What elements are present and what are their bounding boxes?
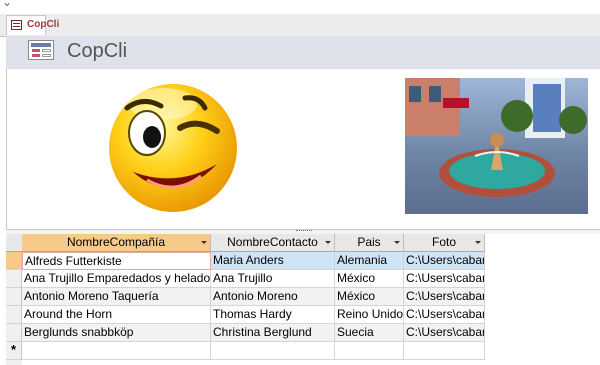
form-tab-icon: [11, 20, 22, 30]
form-title: CopCli: [67, 40, 128, 62]
cell-nombrecontacto[interactable]: Ana Trujillo: [211, 270, 335, 288]
column-header-label: NombreContacto: [227, 235, 318, 249]
record-selector[interactable]: [6, 270, 22, 288]
cell-foto[interactable]: C:\Users\cabar: [404, 270, 485, 288]
cell-foto[interactable]: C:\Users\cabar: [404, 252, 485, 270]
cell-nombrecontacto[interactable]: Christina Berglund: [211, 324, 335, 342]
cell-foto[interactable]: C:\Users\cabar: [404, 324, 485, 342]
column-header-label: NombreCompañía: [66, 235, 166, 249]
record-selector[interactable]: [6, 288, 22, 306]
cell-pais[interactable]: Suecia: [335, 324, 404, 342]
fountain-photo[interactable]: [405, 78, 588, 214]
new-record-selector[interactable]: *: [6, 342, 22, 360]
cell-nombrecompania[interactable]: Antonio Moreno Taquería: [22, 288, 211, 306]
record-selector[interactable]: [6, 324, 22, 342]
column-header-label: Foto: [431, 235, 456, 249]
cell-pais[interactable]: México: [335, 288, 404, 306]
cell-foto[interactable]: C:\Users\cabar: [404, 306, 485, 324]
chevron-down-icon[interactable]: [394, 241, 400, 244]
back-arrow-icon[interactable]: ⌄: [2, 0, 12, 9]
form-icon: [28, 40, 54, 60]
cell-pais[interactable]: México: [335, 270, 404, 288]
chevron-down-icon[interactable]: [475, 241, 481, 244]
new-row-cell[interactable]: [404, 342, 485, 360]
cell-pais[interactable]: Alemania: [335, 252, 404, 270]
record-selector-current[interactable]: [6, 252, 22, 270]
cell-nombrecontacto[interactable]: Maria Anders: [211, 252, 335, 270]
new-row-cell[interactable]: [22, 342, 211, 360]
smiley-wink-image[interactable]: [105, 76, 241, 214]
cell-pais[interactable]: Reino Unido: [335, 306, 404, 324]
cell-nombrecompania[interactable]: Alfreds Futterkiste: [22, 252, 211, 270]
new-row-cell[interactable]: [211, 342, 335, 360]
cell-nombrecontacto[interactable]: Thomas Hardy: [211, 306, 335, 324]
form-left-border: [6, 69, 7, 231]
record-selector[interactable]: [6, 306, 22, 324]
cell-nombrecompania[interactable]: Berglunds snabbköp: [22, 324, 211, 342]
chevron-down-icon[interactable]: [201, 241, 207, 244]
column-header-label: Pais: [357, 235, 381, 249]
chevron-down-icon[interactable]: [325, 241, 331, 244]
column-header-nombrecontacto[interactable]: NombreContacto: [211, 234, 335, 252]
form-header: CopCli: [6, 36, 600, 69]
column-header-foto[interactable]: Foto: [404, 234, 485, 252]
column-header-nombrecompania[interactable]: NombreCompañía: [22, 234, 211, 252]
datasheet-grid: NombreCompañía NombreContacto Pais Foto …: [6, 234, 600, 365]
tab-label: CopCli: [27, 19, 60, 30]
new-row-cell[interactable]: [335, 342, 404, 360]
cell-foto[interactable]: C:\Users\cabar: [404, 288, 485, 306]
select-all-corner[interactable]: [6, 234, 22, 252]
cell-nombrecontacto[interactable]: Antonio Moreno: [211, 288, 335, 306]
column-header-pais[interactable]: Pais: [335, 234, 404, 252]
cell-nombrecompania[interactable]: Ana Trujillo Emparedados y helados: [22, 270, 211, 288]
cell-nombrecompania[interactable]: Around the Horn: [22, 306, 211, 324]
tab-copcli[interactable]: CopCli: [6, 15, 59, 35]
document-tab-bar: CopCli: [0, 14, 600, 37]
